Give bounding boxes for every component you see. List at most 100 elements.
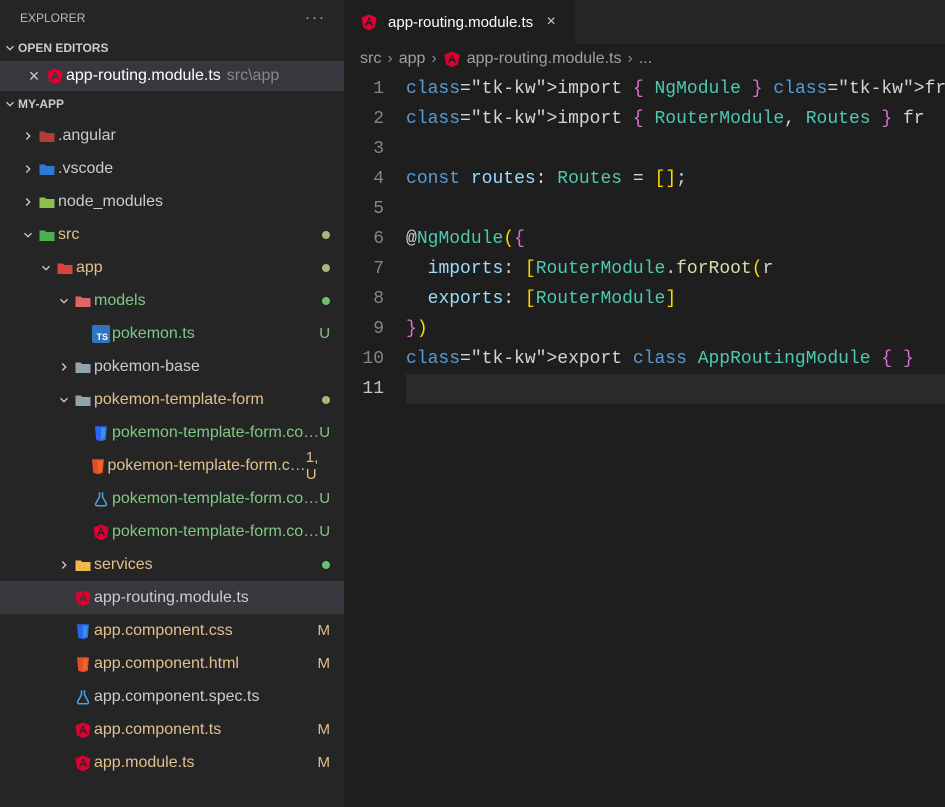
tree-folder[interactable]: .angular: [0, 119, 344, 152]
git-status: M: [318, 622, 345, 639]
chevron-right-icon[interactable]: [20, 129, 36, 143]
code-line[interactable]: class="tk-kw">export class AppRoutingMod…: [406, 344, 945, 374]
folder-models-icon: [72, 292, 94, 310]
explorer-sidebar: EXPLORER ··· OPEN EDITORS × app-routing.…: [0, 0, 344, 807]
tree-item-label: app: [76, 259, 103, 277]
tree-file[interactable]: pokemon-template-form.co…U: [0, 515, 344, 548]
chevron-down-icon[interactable]: [56, 294, 72, 308]
angular-icon: [72, 754, 94, 772]
line-number: 2: [344, 104, 384, 134]
tree-item-label: node_modules: [58, 193, 163, 211]
tree-folder[interactable]: src: [0, 218, 344, 251]
workspace-header[interactable]: MY-APP: [0, 91, 344, 117]
line-number: 1: [344, 74, 384, 104]
chevron-right-icon[interactable]: [20, 162, 36, 176]
folder-node-icon: [36, 193, 58, 211]
folder-plain-icon: [72, 391, 94, 409]
git-status: U: [319, 424, 344, 441]
chevron-down-icon: [2, 41, 18, 55]
line-number: 6: [344, 224, 384, 254]
folder-vscode-icon: [36, 160, 58, 178]
line-number: 8: [344, 284, 384, 314]
open-editor-item[interactable]: × app-routing.module.ts src\app: [0, 61, 344, 91]
code-editor[interactable]: 1234567891011 class="tk-kw">import { NgM…: [344, 74, 945, 807]
chevron-down-icon: [2, 97, 18, 111]
code-line[interactable]: [406, 194, 945, 224]
breadcrumb-part[interactable]: app: [399, 50, 426, 68]
open-editor-filename: app-routing.module.ts: [66, 67, 221, 85]
tree-item-label: app.component.ts: [94, 721, 221, 739]
git-status: [322, 391, 344, 408]
tree-item-label: src: [58, 226, 79, 244]
tree-file[interactable]: app-routing.module.ts: [0, 581, 344, 614]
line-number: 4: [344, 164, 384, 194]
open-editors-header[interactable]: OPEN EDITORS: [0, 35, 344, 61]
tree-file[interactable]: app.component.tsM: [0, 713, 344, 746]
tree-file[interactable]: pokemon-template-form.co…U: [0, 482, 344, 515]
tree-file[interactable]: app.component.cssM: [0, 614, 344, 647]
chevron-right-icon: ›: [627, 50, 632, 68]
folder-src-icon: [36, 226, 58, 244]
folder-angular-icon: [36, 127, 58, 145]
tree-file[interactable]: pokemon-template-form.c…1, U: [0, 449, 344, 482]
tree-item-label: pokemon-template-form.co…: [112, 490, 319, 508]
git-status: [322, 292, 344, 309]
chevron-down-icon[interactable]: [38, 261, 54, 275]
tree-folder[interactable]: .vscode: [0, 152, 344, 185]
tab-active[interactable]: app-routing.module.ts ×: [344, 0, 576, 44]
breadcrumb[interactable]: src › app › app-routing.module.ts › ...: [344, 44, 945, 74]
tree-folder[interactable]: services: [0, 548, 344, 581]
code-line[interactable]: class="tk-kw">import { NgModule } class=…: [406, 74, 945, 104]
open-editor-path: src\app: [227, 67, 279, 85]
line-number: 7: [344, 254, 384, 284]
more-actions-icon[interactable]: ···: [305, 9, 326, 26]
tree-item-label: models: [94, 292, 146, 310]
close-icon[interactable]: ×: [24, 67, 44, 85]
tree-file[interactable]: app.component.spec.ts: [0, 680, 344, 713]
tree-item-label: pokemon-template-form: [94, 391, 264, 409]
chevron-right-icon[interactable]: [56, 360, 72, 374]
angular-icon: [358, 13, 380, 31]
chevron-down-icon[interactable]: [20, 228, 36, 242]
code-line[interactable]: imports: [RouterModule.forRoot(r: [406, 254, 945, 284]
tree-file[interactable]: TSpokemon.tsU: [0, 317, 344, 350]
tree-item-label: app.component.spec.ts: [94, 688, 259, 706]
tree-item-label: services: [94, 556, 153, 574]
open-editors-label: OPEN EDITORS: [18, 41, 108, 55]
code-line[interactable]: }): [406, 314, 945, 344]
line-number: 9: [344, 314, 384, 344]
tree-item-label: pokemon-template-form.c…: [107, 457, 305, 475]
code-line[interactable]: [406, 374, 945, 404]
line-number: 11: [344, 374, 384, 404]
close-icon[interactable]: ×: [541, 14, 561, 30]
explorer-header: EXPLORER ···: [0, 0, 344, 35]
flask-icon: [72, 688, 94, 706]
tree-file[interactable]: app.component.htmlM: [0, 647, 344, 680]
html-icon: [72, 655, 94, 673]
chevron-down-icon[interactable]: [56, 393, 72, 407]
tree-file[interactable]: pokemon-template-form.co…U: [0, 416, 344, 449]
tree-folder[interactable]: node_modules: [0, 185, 344, 218]
angular-icon: [72, 589, 94, 607]
tree-file[interactable]: app.module.tsM: [0, 746, 344, 779]
tree-item-label: .angular: [58, 127, 116, 145]
html-icon: [88, 457, 107, 475]
chevron-right-icon[interactable]: [56, 558, 72, 572]
tree-folder[interactable]: models: [0, 284, 344, 317]
breadcrumb-part[interactable]: app-routing.module.ts: [467, 50, 622, 68]
tree-folder[interactable]: pokemon-template-form: [0, 383, 344, 416]
tree-folder[interactable]: app: [0, 251, 344, 284]
code-line[interactable]: [406, 134, 945, 164]
tree-folder[interactable]: pokemon-base: [0, 350, 344, 383]
breadcrumb-part[interactable]: ...: [639, 50, 652, 68]
chevron-right-icon[interactable]: [20, 195, 36, 209]
breadcrumb-part[interactable]: src: [360, 50, 381, 68]
code-line[interactable]: exports: [RouterModule]: [406, 284, 945, 314]
tree-item-label: app.module.ts: [94, 754, 195, 772]
folder-app-icon: [54, 259, 76, 277]
code-body[interactable]: class="tk-kw">import { NgModule } class=…: [406, 74, 945, 807]
code-line[interactable]: @NgModule({: [406, 224, 945, 254]
code-line[interactable]: const routes: Routes = [];: [406, 164, 945, 194]
code-line[interactable]: class="tk-kw">import { RouterModule, Rou…: [406, 104, 945, 134]
angular-icon: [443, 50, 461, 68]
